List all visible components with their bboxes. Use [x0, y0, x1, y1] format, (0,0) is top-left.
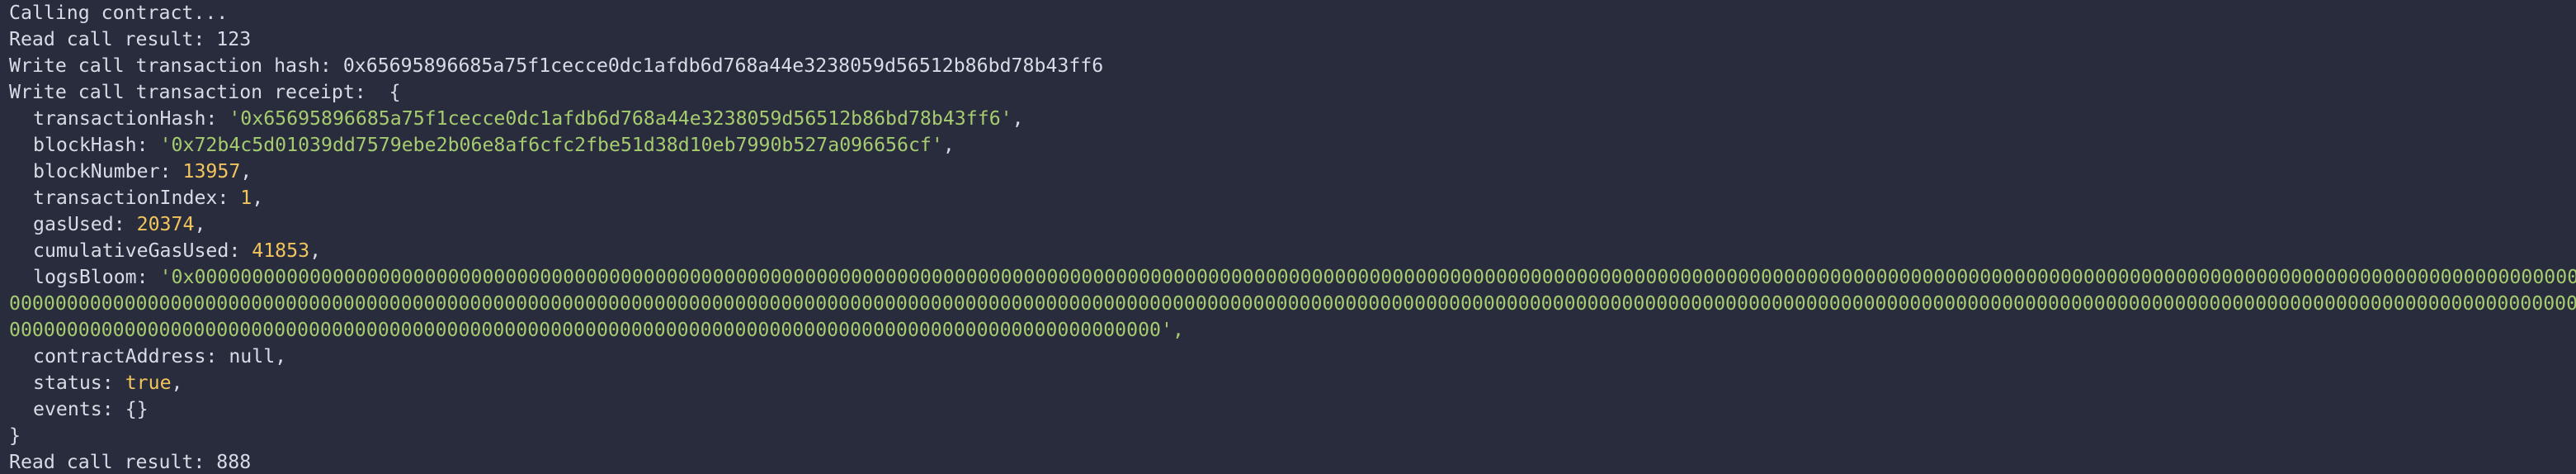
field-string-value: '0x72b4c5d01039dd7579ebe2b06e8af6cfc2fbe…	[159, 134, 943, 156]
field-string-value: '0x65695896685a75f1cecce0dc1afdb6d768a44…	[229, 107, 1012, 130]
receipt-field-events: events: {}	[9, 396, 2576, 423]
receipt-field-transaction-hash: transactionHash: '0x65695896685a75f1cecc…	[9, 106, 2576, 132]
field-key: cumulativeGasUsed:	[33, 239, 252, 262]
field-key: blockHash:	[33, 134, 160, 156]
log-line-read-result: Read call result: 123	[9, 26, 2576, 53]
field-null-value: null	[229, 345, 276, 367]
log-line-transaction-hash: Write call transaction hash: 0x656958966…	[9, 53, 2576, 79]
field-string-close: ',	[1161, 319, 1184, 341]
comma: ,	[240, 160, 252, 182]
field-string-value: 0000000000000000000000000000000000000000…	[9, 319, 1162, 341]
comma: ,	[252, 187, 264, 209]
comma: ,	[942, 134, 955, 156]
receipt-field-contract-address: contractAddress: null,	[9, 344, 2576, 370]
field-key: status:	[33, 372, 125, 394]
field-number-value: 1	[240, 187, 252, 209]
field-key: transactionHash:	[33, 107, 229, 130]
log-label: Write call transaction receipt: {	[9, 81, 401, 103]
field-string-value: '0x0000000000000000000000000000000000000…	[159, 266, 2576, 288]
receipt-field-block-number: blockNumber: 13957,	[9, 159, 2576, 185]
field-key: events:	[33, 398, 125, 420]
log-label: Write call transaction hash:	[9, 55, 343, 77]
comma: ,	[1012, 107, 1024, 130]
log-value: 123	[216, 28, 252, 50]
receipt-field-logs-bloom-end: 0000000000000000000000000000000000000000…	[9, 317, 2576, 344]
receipt-field-cumulative-gas-used: cumulativeGasUsed: 41853,	[9, 238, 2576, 264]
log-line-read-result-2: Read call result: 888	[9, 449, 2576, 474]
field-key: gasUsed:	[33, 213, 137, 235]
log-line-calling: Calling contract...	[9, 0, 2576, 26]
receipt-field-block-hash: blockHash: '0x72b4c5d01039dd7579ebe2b06e…	[9, 132, 2576, 159]
field-object-value: {}	[125, 398, 149, 420]
field-key: logsBloom:	[33, 266, 160, 288]
log-value: 0x65695896685a75f1cecce0dc1afdb6d768a44e…	[342, 55, 1104, 77]
comma: ,	[194, 213, 206, 235]
log-text: }	[9, 424, 21, 447]
log-value: 888	[216, 451, 252, 473]
receipt-field-transaction-index: transactionIndex: 1,	[9, 185, 2576, 211]
log-line-close-brace: }	[9, 423, 2576, 449]
field-key: transactionIndex:	[33, 187, 241, 209]
log-text: Calling contract...	[9, 2, 229, 24]
log-label: Read call result:	[9, 451, 217, 473]
field-boolean-value: true	[125, 372, 172, 394]
comma: ,	[275, 345, 287, 367]
field-number-value: 20374	[136, 213, 195, 235]
field-string-value: 0000000000000000000000000000000000000000…	[9, 292, 2576, 315]
field-key: contractAddress:	[33, 345, 229, 367]
receipt-field-status: status: true,	[9, 370, 2576, 396]
field-number-value: 13957	[182, 160, 241, 182]
terminal-output[interactable]: Calling contract... Read call result: 12…	[9, 0, 2576, 474]
receipt-field-gas-used: gasUsed: 20374,	[9, 211, 2576, 238]
log-line-receipt-header: Write call transaction receipt: {	[9, 79, 2576, 106]
field-key: blockNumber:	[33, 160, 183, 182]
field-number-value: 41853	[252, 239, 310, 262]
comma: ,	[309, 239, 322, 262]
receipt-field-logs-bloom-continued: 0000000000000000000000000000000000000000…	[9, 291, 2576, 317]
receipt-field-logs-bloom: logsBloom: '0x00000000000000000000000000…	[9, 264, 2576, 291]
log-label: Read call result:	[9, 28, 217, 50]
comma: ,	[171, 372, 183, 394]
